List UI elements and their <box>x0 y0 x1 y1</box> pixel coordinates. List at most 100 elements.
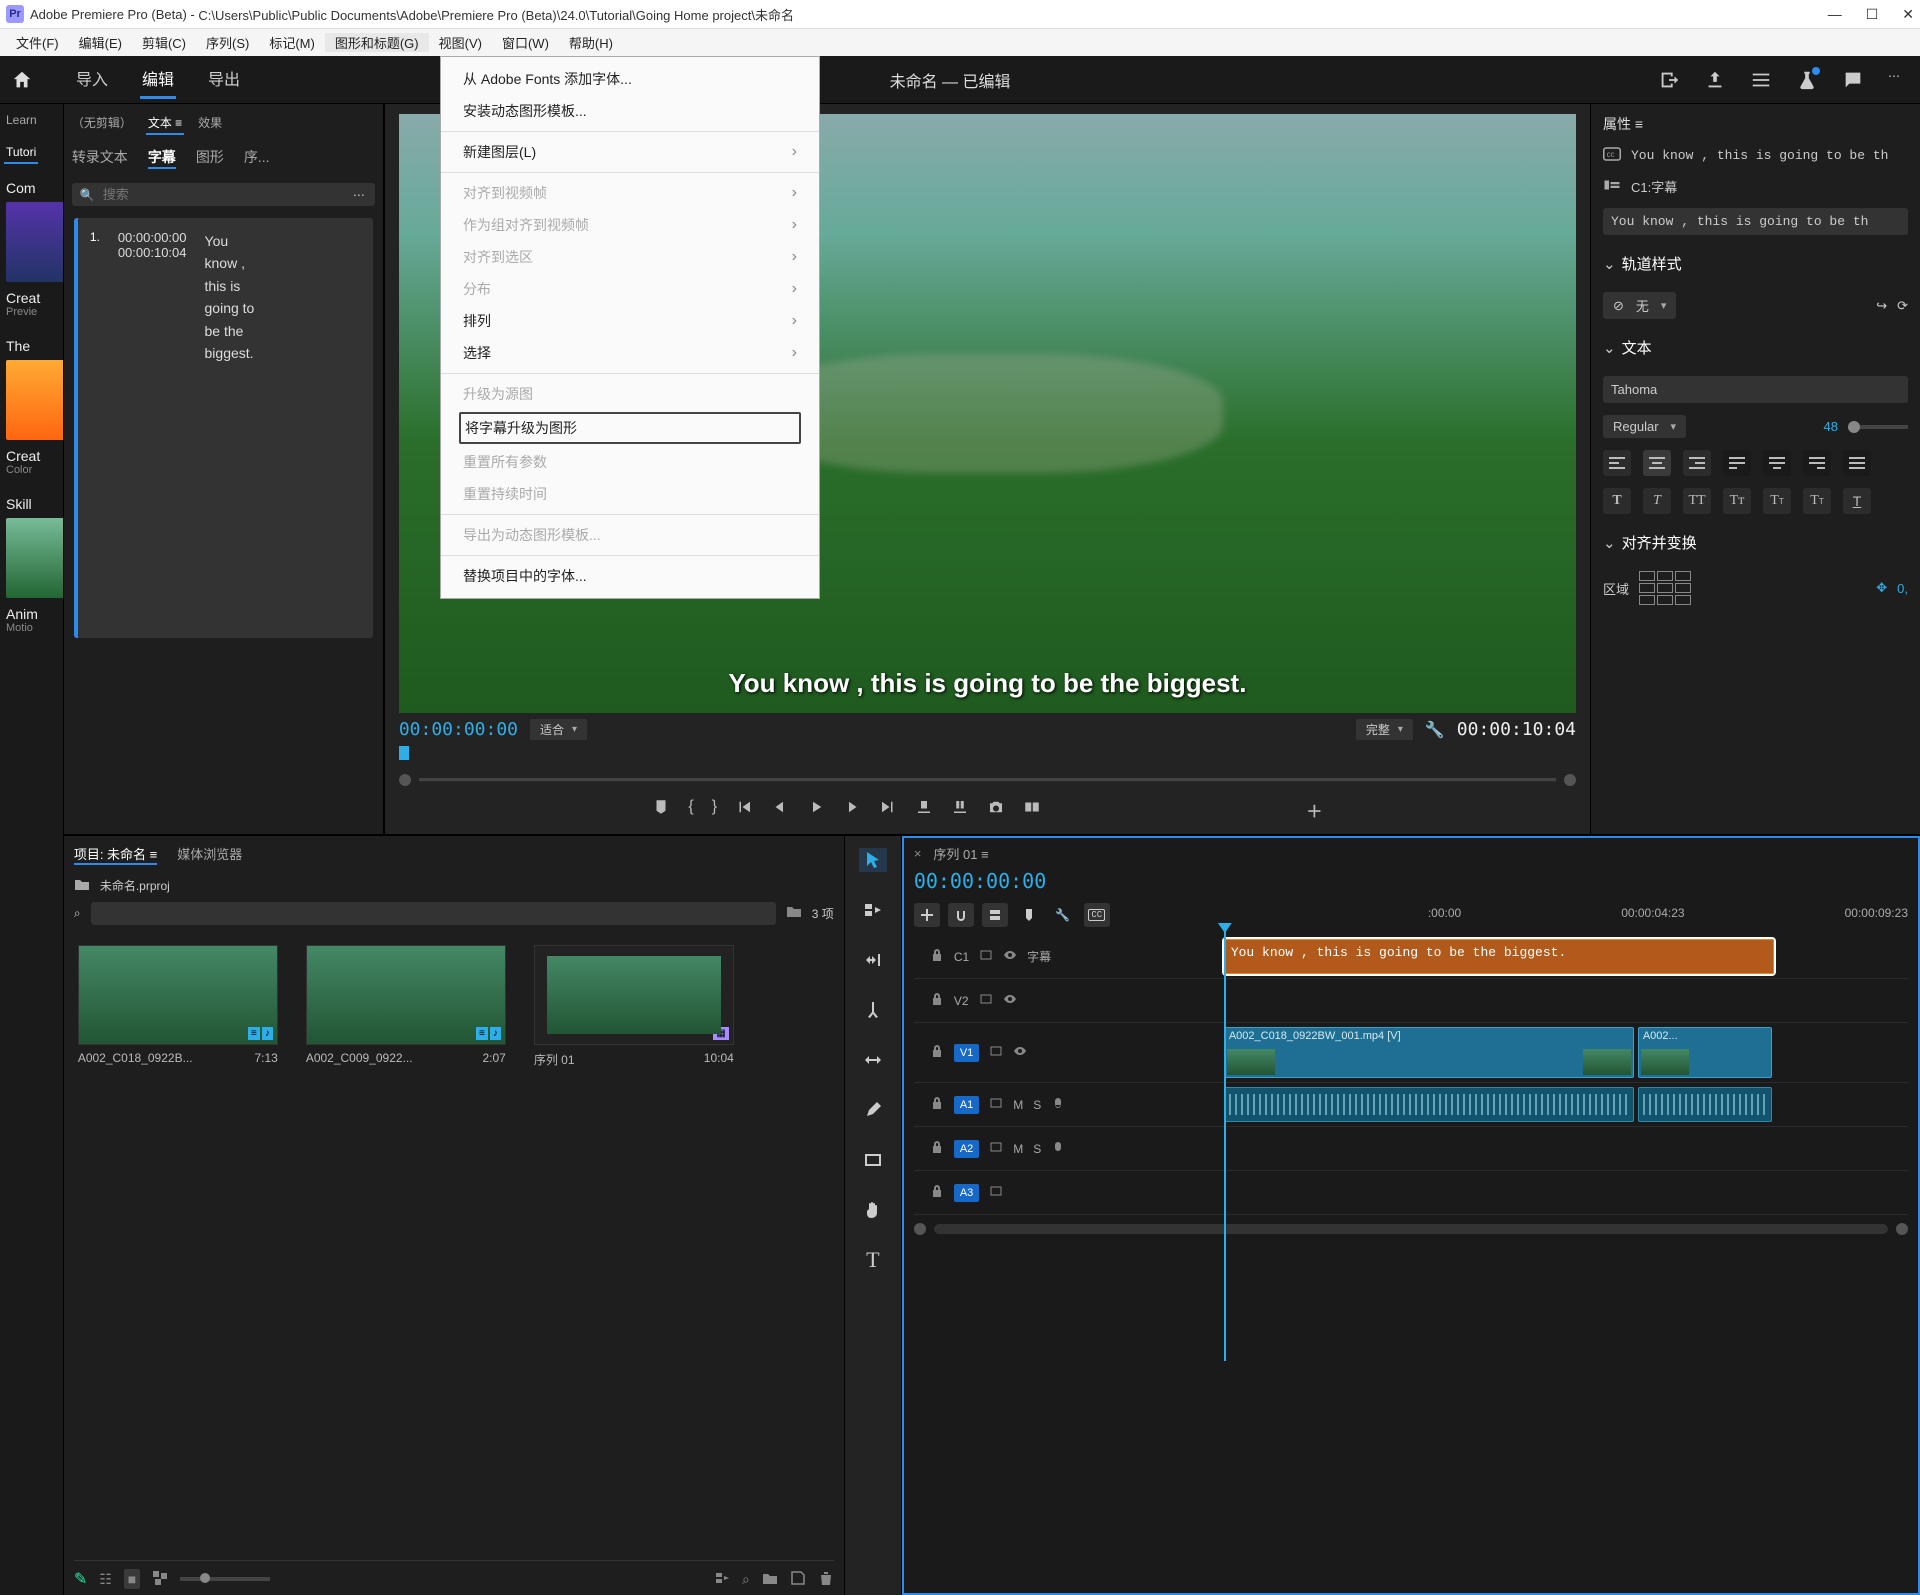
export-frame-button[interactable] <box>987 798 1005 822</box>
playhead-marker[interactable] <box>399 746 409 760</box>
align-left-icon[interactable] <box>1603 450 1631 476</box>
beaker-icon[interactable] <box>1796 69 1818 91</box>
tab-media-browser[interactable]: 媒体浏览器 <box>177 844 242 865</box>
lock-icon[interactable] <box>930 1140 944 1157</box>
align-right-icon[interactable] <box>1683 450 1711 476</box>
maximize-button[interactable]: ☐ <box>1866 6 1879 23</box>
track-id[interactable]: V1 <box>954 1044 979 1062</box>
close-button[interactable]: ✕ <box>1902 6 1914 23</box>
push-style-icon[interactable]: ↪ <box>1876 298 1887 314</box>
subtab-seq[interactable]: 序... <box>244 147 270 169</box>
freeform-icon[interactable]: ✎ <box>74 1569 87 1589</box>
go-out-button[interactable] <box>879 798 897 822</box>
freeform-view-icon[interactable] <box>152 1570 168 1589</box>
list-view-icon[interactable]: ☷ <box>99 1571 112 1588</box>
menu-graphics[interactable]: 图形和标题(G) <box>325 33 429 52</box>
sec-trackstyle[interactable]: ⌄轨道样式 <box>1603 247 1908 280</box>
workspace-export[interactable]: 导出 <box>206 60 242 99</box>
dd-upgrade-caption[interactable]: 将字幕升级为图形 <box>459 412 801 444</box>
snap-icon[interactable] <box>948 903 974 927</box>
automate-icon[interactable] <box>714 1570 730 1589</box>
solo-button[interactable]: S <box>1033 1098 1041 1112</box>
bin-item[interactable]: ▦ 序列 0110:04 <box>534 945 734 1068</box>
video-clip[interactable]: A002_C018_0922BW_001.mp4 [V] <box>1224 1027 1634 1078</box>
superscript-icon[interactable]: TT <box>1763 488 1791 514</box>
menu-clip[interactable]: 剪辑(C) <box>132 33 196 52</box>
learn-thumb[interactable] <box>6 202 64 282</box>
dd-select[interactable]: 选择 <box>441 337 819 369</box>
align-value[interactable]: 0, <box>1897 581 1908 596</box>
lock-icon[interactable] <box>930 1096 944 1113</box>
allcaps-icon[interactable]: TT <box>1683 488 1711 514</box>
justify-last-right-icon[interactable] <box>1803 450 1831 476</box>
extract-button[interactable] <box>951 798 969 822</box>
track-select-tool[interactable] <box>859 898 887 922</box>
eye-icon[interactable] <box>1003 992 1017 1009</box>
justify-last-left-icon[interactable] <box>1723 450 1751 476</box>
target-icon[interactable] <box>989 1096 1003 1113</box>
tab-noedit[interactable]: （无剪辑） <box>70 112 134 135</box>
selection-tool[interactable] <box>859 848 887 872</box>
quick-export-icon[interactable] <box>1658 69 1680 91</box>
menu-file[interactable]: 文件(F) <box>6 33 69 52</box>
target-icon[interactable] <box>979 948 993 965</box>
marker-tool-icon[interactable] <box>1016 903 1042 927</box>
trackstyle-select[interactable]: ⊘无 <box>1603 292 1676 319</box>
type-tool[interactable]: T <box>859 1248 887 1272</box>
timeline-playhead[interactable] <box>1224 931 1226 1361</box>
learn-thumb[interactable] <box>6 518 64 598</box>
timeline-timecode[interactable]: 00:00:00:00 <box>914 863 1908 903</box>
insert-mode-icon[interactable] <box>914 903 940 927</box>
chat-icon[interactable] <box>1842 69 1864 91</box>
go-in-button[interactable] <box>735 798 753 822</box>
mark-in-button[interactable]: { <box>688 798 693 822</box>
lock-icon[interactable] <box>930 948 944 965</box>
track-id[interactable]: A3 <box>954 1184 979 1202</box>
program-tc-in[interactable]: 00:00:00:00 <box>399 719 518 740</box>
new-bin-icon[interactable] <box>762 1570 778 1589</box>
mute-button[interactable]: M <box>1013 1142 1023 1156</box>
find-icon[interactable]: ⌕ <box>742 1571 750 1588</box>
caption-text[interactable]: You know , this is going to be the bigge… <box>205 230 261 626</box>
audio-clip[interactable] <box>1224 1087 1634 1122</box>
settings-icon[interactable]: 🔧 <box>1425 720 1445 740</box>
tab-effects[interactable]: 效果 <box>196 112 224 135</box>
align-center-icon[interactable] <box>1643 450 1671 476</box>
workspace-edit[interactable]: 编辑 <box>140 60 176 99</box>
clip-thumbnail[interactable]: ≡♪ <box>306 945 506 1045</box>
font-style-select[interactable]: Regular <box>1603 415 1686 438</box>
filter-icon[interactable] <box>786 905 802 922</box>
button-editor-icon[interactable]: ＋ <box>1306 798 1322 822</box>
solo-button[interactable]: S <box>1033 1142 1041 1156</box>
subscript-icon[interactable]: TT <box>1803 488 1831 514</box>
dd-arrange[interactable]: 排列 <box>441 305 819 337</box>
tab-text[interactable]: 文本 ≡ <box>146 112 184 135</box>
sec-align-transform[interactable]: ⌄对齐并变换 <box>1603 526 1908 559</box>
caption-search[interactable]: 🔍 ⋯ <box>72 183 375 206</box>
target-icon[interactable] <box>989 1140 1003 1157</box>
dd-new-layer[interactable]: 新建图层(L) <box>441 136 819 168</box>
razor-tool[interactable] <box>859 998 887 1022</box>
workspaces-icon[interactable] <box>1750 69 1772 91</box>
lock-icon[interactable] <box>930 1184 944 1201</box>
project-search-input[interactable] <box>91 902 776 925</box>
justify-all-icon[interactable] <box>1843 450 1871 476</box>
zoom-fit-dropdown[interactable]: 适合 <box>530 719 587 740</box>
dd-add-fonts[interactable]: 从 Adobe Fonts 添加字体... <box>441 63 819 95</box>
delete-icon[interactable] <box>818 1570 834 1589</box>
minimize-button[interactable]: — <box>1828 6 1842 23</box>
mute-button[interactable]: M <box>1013 1098 1023 1112</box>
font-size-value[interactable]: 48 <box>1824 419 1838 434</box>
caption-more-icon[interactable]: ⋯ <box>353 188 367 202</box>
sequence-thumbnail[interactable]: ▦ <box>534 945 734 1045</box>
share-icon[interactable] <box>1704 69 1726 91</box>
smallcaps-icon[interactable]: Tᴛ <box>1723 488 1751 514</box>
ripple-edit-tool[interactable] <box>859 948 887 972</box>
menu-view[interactable]: 视图(V) <box>429 33 492 52</box>
sequence-tab[interactable]: 序列 01 ≡ <box>933 844 988 863</box>
cc-toggle-icon[interactable]: CC <box>1084 903 1110 927</box>
faux-italic-icon[interactable]: T <box>1643 488 1671 514</box>
mark-out-button[interactable]: } <box>712 798 717 822</box>
caption-clip[interactable]: You know , this is going to be the bigge… <box>1224 939 1774 974</box>
target-icon[interactable] <box>989 1044 1003 1061</box>
